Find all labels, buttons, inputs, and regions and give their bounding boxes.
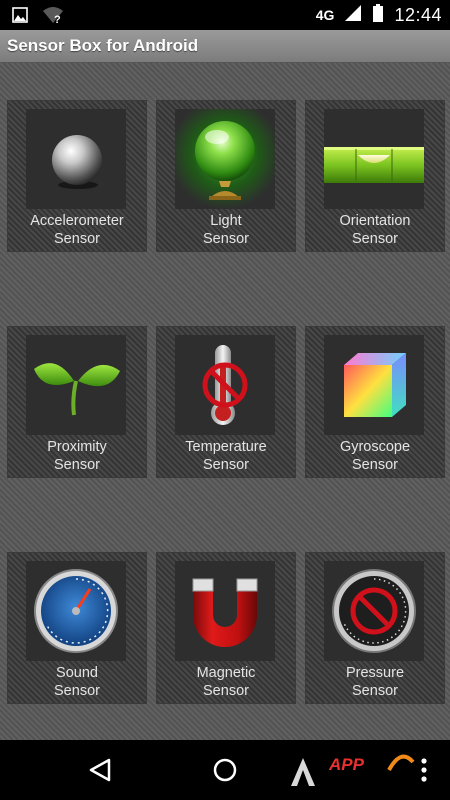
tile-label-line2: Sensor <box>203 682 249 699</box>
tile-label-line2: Sensor <box>203 456 249 473</box>
green-glass-orb-icon <box>175 109 275 209</box>
watermark-logo: APP <box>287 752 417 792</box>
tile-label-line2: Sensor <box>54 230 100 247</box>
steel-ball-icon <box>26 109 126 209</box>
proximity-sensor-tile[interactable]: Proximity Sensor <box>7 326 147 478</box>
tile-label-line1: Gyroscope <box>339 439 411 455</box>
tile-label-line2: Sensor <box>54 456 100 473</box>
image-notification-icon <box>12 7 28 28</box>
thermometer-unavailable-icon <box>175 335 275 435</box>
tile-label-line1: Accelerometer <box>30 213 124 229</box>
gyroscope-sensor-tile[interactable]: Gyroscope Sensor <box>305 326 445 478</box>
tile-label-line2: Sensor <box>352 682 398 699</box>
pressure-sensor-tile[interactable]: Pressure Sensor <box>305 552 445 704</box>
tile-label-line1: Sound <box>56 665 98 681</box>
battery-icon <box>372 3 384 27</box>
tile-label-line2: Sensor <box>54 682 100 699</box>
light-sensor-tile[interactable]: Light Sensor <box>156 100 296 252</box>
tile-label-line2: Sensor <box>352 230 398 247</box>
sprout-icon <box>26 335 126 435</box>
tile-label-line1: Light <box>210 213 242 229</box>
watermark-text: APP <box>329 755 364 774</box>
tile-label-line1: Pressure <box>345 665 405 681</box>
speedometer-gauge-icon <box>26 561 126 661</box>
clock: 12:44 <box>394 4 442 25</box>
accelerometer-sensor-tile[interactable]: Accelerometer Sensor <box>7 100 147 252</box>
sensor-grid: Accelerometer Sensor Light Sensor Orient… <box>0 63 450 740</box>
cell-signal-icon <box>344 4 362 27</box>
spirit-level-icon <box>324 109 424 209</box>
sound-sensor-tile[interactable]: Sound Sensor <box>7 552 147 704</box>
tile-label-line1: Proximity <box>47 439 107 455</box>
tile-label-line1: Magnetic <box>196 665 256 681</box>
orientation-sensor-tile[interactable]: Orientation Sensor <box>305 100 445 252</box>
horseshoe-magnet-icon <box>175 561 275 661</box>
tile-label-line2: Sensor <box>352 456 398 473</box>
tile-label-line1: Orientation <box>339 213 411 229</box>
wifi-unknown-icon: ? <box>42 6 64 29</box>
barometer-unavailable-icon <box>324 561 424 661</box>
color-cube-icon <box>324 335 424 435</box>
home-icon[interactable] <box>210 755 240 785</box>
network-type: 4G <box>315 7 335 23</box>
app-title: Sensor Box for Android <box>7 36 199 55</box>
app-title-bar: Sensor Box for Android <box>0 30 450 63</box>
status-bar: ? 4G 12:44 <box>0 0 450 30</box>
svg-text:?: ? <box>54 14 61 24</box>
tile-label-line2: Sensor <box>203 230 249 247</box>
magnetic-sensor-tile[interactable]: Magnetic Sensor <box>156 552 296 704</box>
back-icon[interactable] <box>85 755 115 785</box>
tile-label-line1: Temperature <box>185 439 267 455</box>
temperature-sensor-tile[interactable]: Temperature Sensor <box>156 326 296 478</box>
